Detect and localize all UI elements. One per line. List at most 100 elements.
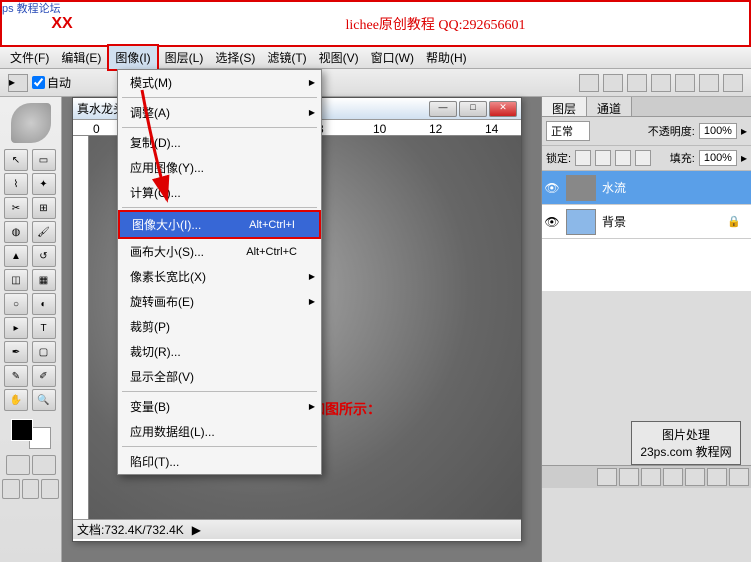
layer-name: 水流 bbox=[602, 179, 626, 196]
minimize-button[interactable]: — bbox=[429, 101, 457, 117]
menu-entry[interactable]: 裁切(R)... bbox=[118, 339, 321, 364]
toolbar-icon-4[interactable] bbox=[651, 74, 671, 92]
toolbar-icon-5[interactable] bbox=[675, 74, 695, 92]
opacity-input[interactable]: 100% bbox=[699, 123, 737, 139]
layer-thumbnail[interactable] bbox=[566, 175, 596, 201]
menu-item-0[interactable]: 文件(F) bbox=[4, 46, 55, 69]
eyedropper-tool[interactable]: ✐ bbox=[32, 365, 56, 387]
menu-entry[interactable]: 计算(C)... bbox=[118, 180, 321, 205]
screen-mode-2[interactable] bbox=[22, 479, 40, 499]
toolbar-icon-1[interactable] bbox=[579, 74, 599, 92]
visibility-eye-icon[interactable]: 👁 bbox=[544, 180, 560, 196]
menu-item-3[interactable]: 图层(L) bbox=[159, 46, 210, 69]
layer-mask-icon[interactable] bbox=[641, 468, 661, 486]
menu-entry[interactable]: 复制(D)... bbox=[118, 130, 321, 155]
toolbar-icon-7[interactable] bbox=[723, 74, 743, 92]
gradient-tool[interactable]: ▦ bbox=[32, 269, 56, 291]
history-brush-tool[interactable]: ↺ bbox=[32, 245, 56, 267]
image-menu-dropdown: 模式(M) 调整(A) 复制(D)...应用图像(Y)...计算(C)... 图像大小… bbox=[117, 69, 322, 475]
menu-entry[interactable]: 变量(B) bbox=[118, 394, 321, 419]
opacity-arrow-icon[interactable]: ▸ bbox=[741, 124, 747, 138]
shape-tool[interactable]: ▢ bbox=[32, 341, 56, 363]
slice-tool[interactable]: ⊞ bbox=[32, 197, 56, 219]
menu-entry[interactable]: 旋转画布(E) bbox=[118, 289, 321, 314]
layer-fx-icon[interactable] bbox=[619, 468, 639, 486]
menu-item-1[interactable]: 编辑(E) bbox=[55, 46, 107, 69]
notes-tool[interactable]: ✎ bbox=[4, 365, 28, 387]
toolbar-icon-3[interactable] bbox=[627, 74, 647, 92]
banner-right-text: lichee原创教程 QQ:292656601 bbox=[122, 14, 749, 34]
fg-color-swatch[interactable] bbox=[11, 419, 33, 441]
menu-entry[interactable]: 像素长宽比(X) bbox=[118, 264, 321, 289]
new-layer-icon[interactable] bbox=[707, 468, 727, 486]
marquee-tool[interactable]: ▭ bbox=[32, 149, 56, 171]
menu-entry[interactable]: 显示全部(V) bbox=[118, 364, 321, 389]
link-layers-icon[interactable] bbox=[597, 468, 617, 486]
screen-mode-1[interactable] bbox=[2, 479, 20, 499]
menu-item-7[interactable]: 窗口(W) bbox=[365, 46, 420, 69]
menu-item-8[interactable]: 帮助(H) bbox=[420, 46, 473, 69]
adjustment-layer-icon[interactable] bbox=[663, 468, 683, 486]
move-tool[interactable]: ↖ bbox=[4, 149, 28, 171]
menu-entry-label: 陷印(T)... bbox=[130, 453, 179, 470]
maximize-button[interactable]: □ bbox=[459, 101, 487, 117]
pen-tool[interactable]: ✒ bbox=[4, 341, 28, 363]
menu-entry[interactable]: 陷印(T)... bbox=[118, 449, 321, 474]
menu-entry[interactable]: 模式(M) bbox=[118, 70, 321, 95]
watermark-line1: 图片处理 bbox=[636, 426, 736, 443]
lock-pixels-icon[interactable] bbox=[595, 150, 611, 166]
menu-item-4[interactable]: 选择(S) bbox=[209, 46, 261, 69]
fill-input[interactable]: 100% bbox=[699, 150, 737, 166]
auto-checkbox[interactable]: 自动 bbox=[32, 74, 71, 91]
lock-all-icon[interactable] bbox=[635, 150, 651, 166]
layer-row[interactable]: 👁 水流 bbox=[542, 171, 751, 205]
options-bar: ▸ 自动 bbox=[0, 69, 751, 97]
layer-thumbnail[interactable] bbox=[566, 209, 596, 235]
tab-layers[interactable]: 图层 bbox=[542, 97, 587, 116]
layer-row[interactable]: 👁背景🔒 bbox=[542, 205, 751, 239]
menu-bar: 文件(F)编辑(E)图像(I)图层(L)选择(S)滤镜(T)视图(V)窗口(W)… bbox=[0, 47, 751, 69]
blur-tool[interactable]: ○ bbox=[4, 293, 28, 315]
blend-mode-select[interactable]: 正常 bbox=[546, 121, 590, 141]
menu-entry[interactable]: 图像大小(I)...Alt+Ctrl+I bbox=[118, 210, 321, 239]
toolbar-icon-6[interactable] bbox=[699, 74, 719, 92]
menu-item-5[interactable]: 滤镜(T) bbox=[261, 46, 312, 69]
fill-arrow-icon[interactable]: ▸ bbox=[741, 151, 747, 165]
menu-item-6[interactable]: 视图(V) bbox=[313, 46, 365, 69]
status-arrow-icon[interactable]: ▶ bbox=[192, 523, 201, 537]
lock-transparency-icon[interactable] bbox=[575, 150, 591, 166]
menu-shortcut: Alt+Ctrl+I bbox=[249, 219, 295, 231]
color-swatches[interactable] bbox=[11, 419, 51, 449]
path-tool[interactable]: ▸ bbox=[4, 317, 28, 339]
menu-entry[interactable]: 画布大小(S)...Alt+Ctrl+C bbox=[118, 239, 321, 264]
tab-channels[interactable]: 通道 bbox=[587, 97, 632, 116]
lock-position-icon[interactable] bbox=[615, 150, 631, 166]
crop-tool[interactable]: ✂ bbox=[4, 197, 28, 219]
zoom-tool[interactable]: 🔍 bbox=[32, 389, 56, 411]
close-button[interactable]: ✕ bbox=[489, 101, 517, 117]
menu-entry[interactable]: 应用图像(Y)... bbox=[118, 155, 321, 180]
menu-entry[interactable]: 应用数据组(L)... bbox=[118, 419, 321, 444]
tool-preset-icon[interactable]: ▸ bbox=[8, 74, 28, 92]
vertical-ruler bbox=[73, 136, 89, 519]
wand-tool[interactable]: ✦ bbox=[32, 173, 56, 195]
screen-mode-3[interactable] bbox=[41, 479, 59, 499]
menu-entry[interactable]: 裁剪(P) bbox=[118, 314, 321, 339]
visibility-eye-icon[interactable]: 👁 bbox=[544, 214, 560, 230]
menu-entry[interactable]: 调整(A) bbox=[118, 100, 321, 125]
eraser-tool[interactable]: ◫ bbox=[4, 269, 28, 291]
dodge-tool[interactable]: ◐ bbox=[32, 293, 56, 315]
toolbar-icon-2[interactable] bbox=[603, 74, 623, 92]
standard-mode-icon[interactable] bbox=[6, 455, 30, 475]
type-tool[interactable]: T bbox=[32, 317, 56, 339]
quickmask-mode-icon[interactable] bbox=[32, 455, 56, 475]
brush-tool[interactable]: 🖌 bbox=[32, 221, 56, 243]
lasso-tool[interactable]: ⌇ bbox=[4, 173, 28, 195]
auto-check-input[interactable] bbox=[32, 76, 45, 89]
heal-tool[interactable]: ◍ bbox=[4, 221, 28, 243]
stamp-tool[interactable]: ▲ bbox=[4, 245, 28, 267]
layer-group-icon[interactable] bbox=[685, 468, 705, 486]
hand-tool[interactable]: ✋ bbox=[4, 389, 28, 411]
delete-layer-icon[interactable] bbox=[729, 468, 749, 486]
menu-item-2[interactable]: 图像(I) bbox=[107, 44, 158, 71]
